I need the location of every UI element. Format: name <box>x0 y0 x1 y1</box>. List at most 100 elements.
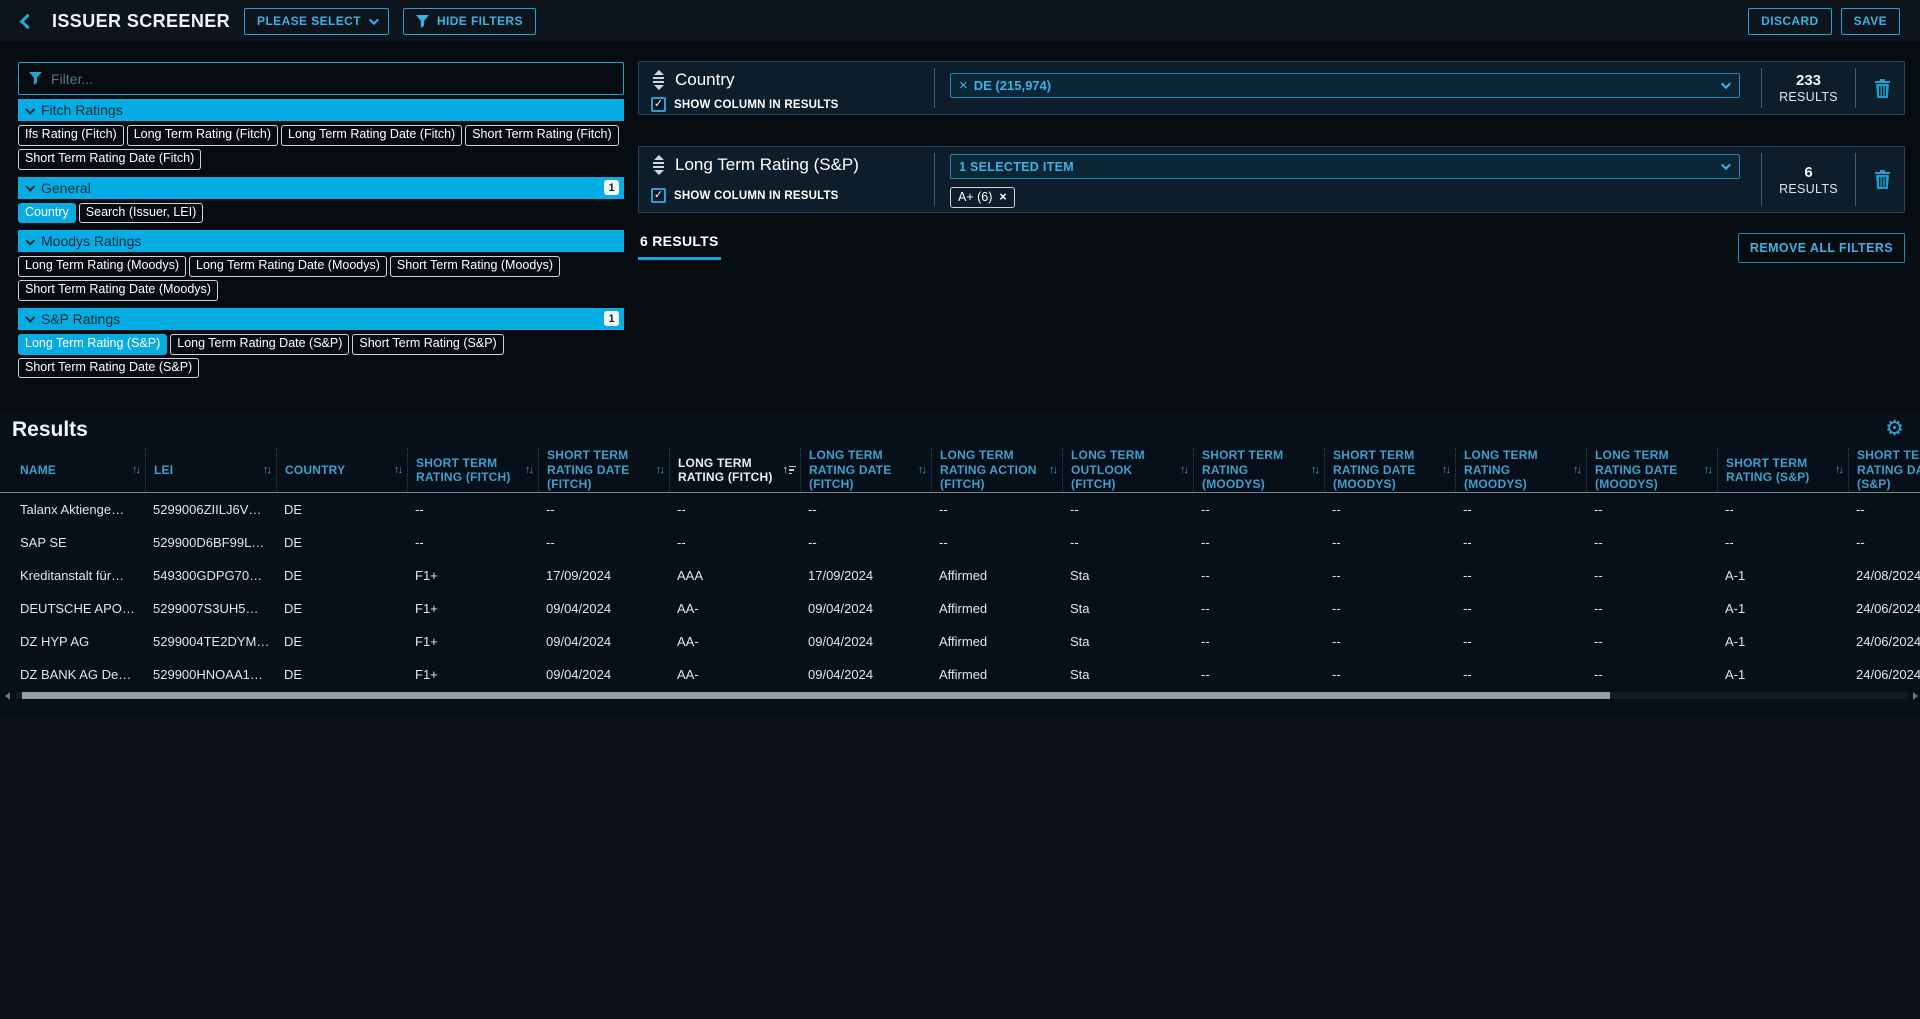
column-header[interactable]: LONG TERM RATING (MOODYS)↑↓ <box>1455 448 1586 492</box>
table-row[interactable]: DZ HYP AG5299004TE2DYM…DEF1+09/04/2024AA… <box>0 625 1920 658</box>
table-cell: -- <box>800 535 931 550</box>
filter-chip[interactable]: Short Term Rating Date (S&P) <box>18 358 199 379</box>
show-column-checkbox-row[interactable]: ✓ SHOW COLUMN IN RESULTS <box>651 97 934 112</box>
column-header[interactable]: COUNTRY↑↓ <box>276 448 407 492</box>
column-header[interactable]: LONG TERM RATING (FITCH)↑ <box>669 448 800 492</box>
table-row[interactable]: DZ BANK AG De…529900HNOAA1…DEF1+09/04/20… <box>0 658 1920 691</box>
table-cell: 24/06/2024 <box>1848 634 1920 649</box>
filter-chip[interactable]: Long Term Rating Date (S&P) <box>170 334 349 355</box>
table-cell: DZ BANK AG De… <box>0 667 145 682</box>
rating-value-dropdown[interactable]: 1 SELECTED ITEM <box>950 154 1740 179</box>
filter-chip[interactable]: Search (Issuer, LEI) <box>79 203 203 224</box>
filter-chip[interactable]: Long Term Rating (S&P) <box>18 334 167 355</box>
filter-chip[interactable]: Country <box>18 203 76 224</box>
selected-country-label: DE (215,974) <box>974 78 1051 93</box>
sort-icon[interactable]: ↑↓ <box>1704 464 1713 476</box>
remove-tag-icon[interactable]: × <box>959 77 968 94</box>
sort-icon[interactable]: ↑↓ <box>1049 464 1058 476</box>
table-cell: -- <box>1193 667 1324 682</box>
column-header[interactable]: SHORT TERM RATING (FITCH)↑↓ <box>407 448 538 492</box>
country-value-dropdown[interactable]: × DE (215,974) <box>950 73 1740 98</box>
sort-icon[interactable]: ↑↓ <box>1180 464 1189 476</box>
filter-chip[interactable]: Short Term Rating (Fitch) <box>465 125 618 146</box>
column-header[interactable]: LONG TERM RATING DATE (FITCH)↑↓ <box>800 448 931 492</box>
scroll-right-arrow-icon[interactable] <box>1913 692 1918 700</box>
column-header[interactable]: SHORT TERM RATING (MOODYS)↑↓ <box>1193 448 1324 492</box>
results-panel: Results ⚙ NAME↑↓LEI↑↓COUNTRY↑↓SHORT TERM… <box>0 413 1920 718</box>
discard-button[interactable]: DISCARD <box>1748 8 1831 35</box>
column-header[interactable]: NAME ↑↓ <box>0 448 145 492</box>
show-column-checkbox-row[interactable]: ✓ SHOW COLUMN IN RESULTS <box>651 188 934 203</box>
filter-chip[interactable]: Long Term Rating (Moodys) <box>18 256 186 277</box>
column-header[interactable]: LONG TERM OUTLOOK (FITCH)↑↓ <box>1062 448 1193 492</box>
scroll-left-arrow-icon[interactable] <box>5 692 10 700</box>
filter-chip[interactable]: Short Term Rating Date (Moodys) <box>18 280 218 301</box>
column-header[interactable]: LONG TERM RATING DATE (MOODYS)↑↓ <box>1586 448 1717 492</box>
table-cell: 24/06/2024 <box>1848 601 1920 616</box>
column-header-label: LONG TERM RATING DATE (MOODYS) <box>1595 448 1702 491</box>
hide-filters-button[interactable]: HIDE FILTERS <box>403 8 536 35</box>
sort-icon[interactable]: ↑↓ <box>132 464 141 476</box>
column-header-label: NAME <box>20 463 56 477</box>
scrollbar-thumb[interactable] <box>22 692 1610 699</box>
table-cell: -- <box>1324 568 1455 583</box>
drag-handle-icon[interactable] <box>651 155 666 175</box>
table-cell: -- <box>1455 667 1586 682</box>
table-row[interactable]: Talanx Aktienge…5299006ZIILJ6V…DE-------… <box>0 493 1920 526</box>
filter-chip[interactable]: Short Term Rating (Moodys) <box>390 256 560 277</box>
filter-group-header[interactable]: Fitch Ratings <box>18 99 624 121</box>
remove-chip-icon[interactable]: × <box>999 190 1006 204</box>
sort-icon[interactable]: ↑↓ <box>656 464 665 476</box>
column-header[interactable]: SHORT TERM RATING (S&P)↑↓ <box>1717 448 1848 492</box>
delete-filter-button[interactable] <box>1856 62 1908 114</box>
sort-icon[interactable]: ↑↓ <box>263 464 272 476</box>
sort-ascending-icon[interactable]: ↑ <box>783 464 797 476</box>
filter-chip[interactable]: Short Term Rating Date (Fitch) <box>18 149 201 170</box>
chevron-down-icon <box>25 313 35 323</box>
sort-icon[interactable]: ↑↓ <box>394 464 403 476</box>
checkbox-checked-icon[interactable]: ✓ <box>651 188 666 203</box>
delete-filter-button[interactable] <box>1856 147 1908 212</box>
checkbox-checked-icon[interactable]: ✓ <box>651 97 666 112</box>
table-cell: 17/09/2024 <box>538 568 669 583</box>
sort-icon[interactable]: ↑↓ <box>1311 464 1320 476</box>
table-cell: -- <box>1193 568 1324 583</box>
results-table: NAME↑↓LEI↑↓COUNTRY↑↓SHORT TERM RATING (F… <box>0 448 1920 692</box>
column-header[interactable]: SHORT TERM RATING DATE (MOODYS)↑↓ <box>1324 448 1455 492</box>
filter-chip[interactable]: Ifs Rating (Fitch) <box>18 125 124 146</box>
filter-group-header[interactable]: S&P Ratings1 <box>18 308 624 330</box>
sort-icon[interactable]: ↑↓ <box>1442 464 1451 476</box>
column-header[interactable]: LONG TERM RATING ACTION (FITCH)↑↓ <box>931 448 1062 492</box>
table-cell: -- <box>1586 502 1717 517</box>
filter-search-field[interactable] <box>18 62 624 95</box>
drag-handle-icon[interactable] <box>651 70 666 90</box>
back-button[interactable] <box>16 10 38 32</box>
remove-all-filters-button[interactable]: REMOVE ALL FILTERS <box>1738 233 1905 263</box>
filter-chip[interactable]: Long Term Rating Date (Fitch) <box>281 125 462 146</box>
column-header[interactable]: LEI↑↓ <box>145 448 276 492</box>
table-row[interactable]: SAP SE529900D6BF99L…DE------------------… <box>0 526 1920 559</box>
table-cell: AA- <box>669 634 800 649</box>
table-row[interactable]: Kreditanstalt für…549300GDPG70…DEF1+17/0… <box>0 559 1920 592</box>
filter-chip[interactable]: Short Term Rating (S&P) <box>352 334 503 355</box>
selected-rating-chip[interactable]: A+ (6) × <box>950 187 1015 208</box>
filter-search-input[interactable] <box>51 71 613 87</box>
sort-icon[interactable]: ↑↓ <box>525 464 534 476</box>
table-body: Talanx Aktienge…5299006ZIILJ6V…DE-------… <box>0 493 1920 691</box>
filter-group-header[interactable]: Moodys Ratings <box>18 230 624 252</box>
table-row[interactable]: DEUTSCHE APO…5299007S3UH5…DEF1+09/04/202… <box>0 592 1920 625</box>
sort-icon[interactable]: ↑↓ <box>918 464 927 476</box>
column-header[interactable]: SHORT TERM RATING DATE (S&P)↑↓ <box>1848 448 1920 492</box>
view-select-dropdown[interactable]: PLEASE SELECT <box>244 8 389 35</box>
filter-chip-list: Long Term Rating (S&P)Long Term Rating D… <box>18 334 624 379</box>
filter-chip[interactable]: Long Term Rating Date (Moodys) <box>189 256 387 277</box>
chevron-down-icon <box>369 15 379 25</box>
sort-icon[interactable]: ↑↓ <box>1835 464 1844 476</box>
column-header[interactable]: SHORT TERM RATING DATE (FITCH)↑↓ <box>538 448 669 492</box>
filter-chip[interactable]: Long Term Rating (Fitch) <box>127 125 278 146</box>
save-button[interactable]: SAVE <box>1841 8 1900 35</box>
column-header-label: LONG TERM RATING DATE (FITCH) <box>809 448 916 491</box>
filter-group-header[interactable]: General1 <box>18 177 624 199</box>
gear-icon[interactable]: ⚙ <box>1885 418 1904 439</box>
sort-icon[interactable]: ↑↓ <box>1573 464 1582 476</box>
